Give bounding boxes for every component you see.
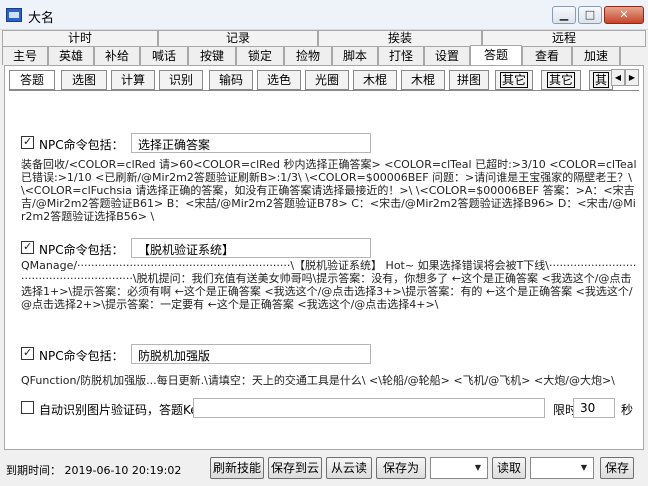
main-tab-row: 主号 英雄 补给 喊话 按键 锁定 捡物 脚本 打怪 设置 答题 查看 加速: [2, 45, 646, 66]
expire-info: 到期时间： 2019-06-10 20:19:02: [6, 462, 181, 478]
title-bar: 大名 ▁ □ ✕: [0, 0, 648, 30]
subtab-halo[interactable]: 光圈: [305, 70, 349, 90]
scroll-right-icon[interactable]: ▶: [625, 69, 639, 86]
subtab-input-code[interactable]: 输码: [209, 70, 253, 90]
chevron-down-icon: ▼: [580, 463, 588, 472]
subtab-stick-2[interactable]: 木棍: [401, 70, 445, 90]
tab-supply[interactable]: 补给: [94, 46, 140, 65]
read-slot-select[interactable]: ▼: [530, 457, 594, 479]
captcha-key-input[interactable]: [193, 398, 545, 418]
subtab-calculate[interactable]: 计算: [111, 70, 155, 90]
time-limit-input[interactable]: 30: [573, 398, 615, 418]
subtab-select-image[interactable]: 选图: [61, 70, 107, 90]
subtab-other-3[interactable]: 其: [589, 70, 613, 90]
npc-2-label: NPC命令包括：: [39, 243, 124, 257]
subtab-other-2[interactable]: 其它: [541, 70, 581, 90]
sub-tab-row: 答题 选图 计算 识别 输码 选色 光圈 木棍 木棍 拼图 其它 其它 其: [9, 70, 639, 90]
subtab-stick-1[interactable]: 木棍: [353, 70, 397, 90]
save-button[interactable]: 保存: [600, 457, 634, 479]
subtab-quiz[interactable]: 答题: [9, 70, 55, 90]
subtab-divider: [9, 90, 639, 91]
status-bar: 到期时间： 2019-06-10 20:19:02 刷新技能 保存到云 从云读 …: [0, 452, 648, 486]
minimize-button[interactable]: ▁: [552, 6, 576, 24]
subtab-scroll: ◀ ▶: [611, 69, 639, 86]
tab-speed[interactable]: 加速: [572, 46, 620, 65]
quiz-panel: 答题 选图 计算 识别 输码 选色 光圈 木棍 木棍 拼图 其它 其它 其 ◀ …: [4, 65, 644, 450]
npc-3-checkbox[interactable]: [21, 346, 34, 360]
refresh-skills-button[interactable]: 刷新技能: [210, 457, 264, 479]
tab-keys[interactable]: 按键: [188, 46, 236, 65]
expire-value: 2019-06-10 20:19:02: [64, 464, 182, 477]
save-slot-select[interactable]: ▼: [430, 457, 488, 479]
subtab-select-color[interactable]: 选色: [257, 70, 301, 90]
npc-1-checkbox[interactable]: [21, 135, 34, 149]
tab-overflow: [620, 46, 646, 65]
save-to-cloud-button[interactable]: 保存到云: [268, 457, 322, 479]
tab-settings[interactable]: 设置: [424, 46, 470, 65]
seconds-label: 秒: [621, 403, 634, 417]
tab-script[interactable]: 脚本: [332, 46, 378, 65]
save-as-button[interactable]: 保存为: [376, 457, 426, 479]
read-button[interactable]: 读取: [492, 457, 526, 479]
subtab-puzzle[interactable]: 拼图: [449, 70, 489, 90]
npc-1-label: NPC命令包括：: [39, 138, 124, 152]
npc-1-input[interactable]: 选择正确答案: [131, 133, 371, 153]
tab-quiz[interactable]: 答题: [470, 45, 522, 66]
group-tab-equip[interactable]: 挨装: [318, 30, 482, 46]
maximize-button[interactable]: □: [578, 6, 602, 24]
group-tab-remote[interactable]: 远程: [482, 30, 646, 46]
group-tab-record[interactable]: 记录: [158, 30, 318, 46]
npc-2-input[interactable]: 【脱机验证系统】: [131, 238, 371, 258]
npc-3-input[interactable]: 防脱机加强版: [131, 344, 371, 364]
read-from-cloud-button[interactable]: 从云读: [326, 457, 372, 479]
group-tab-row: 计时 记录 挨装 远程: [2, 30, 646, 46]
window-title: 大名: [28, 11, 55, 26]
tab-lock[interactable]: 锁定: [236, 46, 284, 65]
npc-2-checkbox[interactable]: [21, 240, 34, 254]
close-button[interactable]: ✕: [604, 6, 644, 24]
scroll-left-icon[interactable]: ◀: [611, 69, 625, 86]
chevron-down-icon: ▼: [474, 463, 482, 472]
auto-captcha-row: 自动识别图片验证码，答题Key 限时 30 秒: [21, 398, 641, 418]
auto-captcha-label: 自动识别图片验证码，答题Key: [39, 403, 205, 417]
client-area: 计时 记录 挨装 远程 主号 英雄 补给 喊话 按键 锁定 捡物 脚本 打怪 设…: [0, 30, 648, 486]
tab-pickup[interactable]: 捡物: [284, 46, 332, 65]
app-icon: [6, 8, 22, 22]
tab-main-account[interactable]: 主号: [2, 46, 48, 65]
npc-3-label: NPC命令包括：: [39, 349, 124, 363]
tab-fight[interactable]: 打怪: [378, 46, 424, 65]
tab-view[interactable]: 查看: [522, 46, 572, 65]
subtab-other-1[interactable]: 其它: [495, 70, 533, 90]
auto-captcha-checkbox[interactable]: [21, 401, 34, 414]
group-tab-timer[interactable]: 计时: [2, 30, 158, 46]
subtab-recognize[interactable]: 识别: [159, 70, 203, 90]
tab-shout[interactable]: 喊话: [140, 46, 188, 65]
expire-label: 到期时间：: [6, 464, 61, 477]
npc-2-script-text: QManage/································…: [21, 259, 637, 311]
npc-1-script-text: 装备回收/<COLOR=clRed 请>60<COLOR=clRed 秒内选择正…: [21, 158, 637, 223]
tab-hero[interactable]: 英雄: [48, 46, 94, 65]
